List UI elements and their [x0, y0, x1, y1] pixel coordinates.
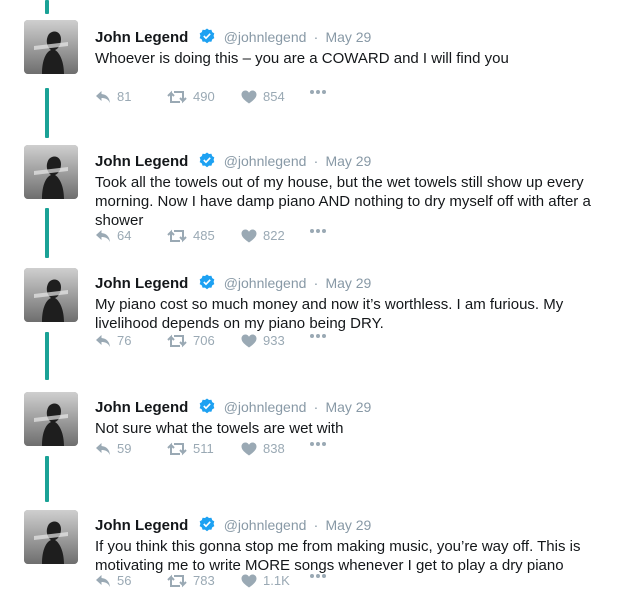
tweet-text: Took all the towels out of my house, but…	[95, 174, 591, 229]
retweet-icon	[167, 574, 187, 587]
author-name[interactable]: John Legend	[95, 399, 188, 416]
retweet-icon	[167, 442, 187, 455]
more-button[interactable]	[309, 89, 327, 95]
retweet-count: 511	[193, 441, 214, 456]
thread-line	[45, 0, 49, 14]
like-button[interactable]: 854	[241, 89, 285, 104]
separator: ·	[313, 153, 319, 169]
avatar[interactable]	[24, 20, 78, 74]
reply-icon	[96, 90, 110, 103]
like-icon	[241, 442, 257, 455]
author-handle[interactable]: @johnlegend	[224, 399, 307, 415]
tweet-text: Not sure what the towels are wet with	[95, 420, 344, 437]
like-count: 838	[263, 441, 285, 456]
like-button[interactable]: 838	[241, 441, 285, 456]
more-icon	[310, 229, 326, 233]
reply-button[interactable]: 64	[95, 228, 131, 243]
author-handle[interactable]: @johnlegend	[224, 275, 307, 291]
more-button[interactable]	[309, 441, 327, 447]
tweet-date[interactable]: May 29	[325, 275, 371, 291]
retweet-button[interactable]: 783	[167, 573, 215, 588]
like-count: 822	[263, 228, 285, 243]
tweet-date[interactable]: May 29	[325, 517, 371, 533]
reply-count: 56	[117, 573, 132, 588]
verified-icon	[199, 152, 215, 168]
more-icon	[310, 334, 326, 338]
author-handle[interactable]: @johnlegend	[224, 29, 307, 45]
retweet-button[interactable]: 485	[167, 228, 215, 243]
like-icon	[241, 334, 257, 347]
reply-icon	[96, 574, 110, 587]
like-button[interactable]: 822	[241, 228, 285, 243]
reply-icon	[96, 334, 110, 347]
author-name[interactable]: John Legend	[95, 517, 188, 534]
retweet-icon	[167, 229, 187, 242]
reply-button[interactable]: 56	[95, 573, 131, 588]
reply-count: 64	[117, 228, 132, 243]
avatar[interactable]	[24, 510, 78, 564]
retweet-button[interactable]: 706	[167, 333, 215, 348]
like-icon	[241, 90, 257, 103]
author-handle[interactable]: @johnlegend	[224, 517, 307, 533]
reply-count: 59	[117, 441, 132, 456]
avatar[interactable]	[24, 145, 78, 199]
more-icon	[310, 442, 326, 446]
author-name[interactable]: John Legend	[95, 275, 188, 292]
verified-icon	[199, 398, 215, 414]
tweet-date[interactable]: May 29	[325, 29, 371, 45]
reply-count: 81	[117, 89, 132, 104]
more-icon	[310, 574, 326, 578]
thread-line	[45, 88, 49, 138]
separator: ·	[313, 29, 319, 45]
more-icon	[310, 90, 326, 94]
reply-count: 76	[117, 333, 132, 348]
more-button[interactable]	[309, 573, 327, 579]
separator: ·	[313, 517, 319, 533]
thread-line	[45, 456, 49, 502]
reply-icon	[96, 229, 110, 242]
thread-line	[45, 208, 49, 258]
reply-button[interactable]: 81	[95, 89, 131, 104]
more-button[interactable]	[309, 333, 327, 339]
retweet-icon	[167, 90, 187, 103]
avatar[interactable]	[24, 392, 78, 446]
like-count: 854	[263, 89, 285, 104]
author-handle[interactable]: @johnlegend	[224, 153, 307, 169]
retweet-count: 490	[193, 89, 215, 104]
tweet-text: Whoever is doing this – you are a COWARD…	[95, 50, 509, 67]
verified-icon	[199, 274, 215, 290]
like-count: 1.1K	[263, 573, 290, 588]
tweet-date[interactable]: May 29	[325, 399, 371, 415]
avatar[interactable]	[24, 268, 78, 322]
retweet-button[interactable]: 511	[167, 441, 214, 456]
tweet-date[interactable]: May 29	[325, 153, 371, 169]
reply-button[interactable]: 76	[95, 333, 131, 348]
author-name[interactable]: John Legend	[95, 153, 188, 170]
reply-icon	[96, 442, 110, 455]
retweet-count: 706	[193, 333, 215, 348]
retweet-count: 783	[193, 573, 215, 588]
like-icon	[241, 574, 257, 587]
retweet-icon	[167, 334, 187, 347]
like-button[interactable]: 1.1K	[241, 573, 290, 588]
verified-icon	[199, 28, 215, 44]
author-name[interactable]: John Legend	[95, 29, 188, 46]
more-button[interactable]	[309, 228, 327, 234]
separator: ·	[313, 399, 319, 415]
retweet-button[interactable]: 490	[167, 89, 215, 104]
tweet-text: If you think this gonna stop me from mak…	[95, 538, 581, 574]
thread-line	[45, 332, 49, 380]
like-button[interactable]: 933	[241, 333, 285, 348]
verified-icon	[199, 516, 215, 532]
like-count: 933	[263, 333, 285, 348]
like-icon	[241, 229, 257, 242]
separator: ·	[313, 275, 319, 291]
reply-button[interactable]: 59	[95, 441, 131, 456]
tweet-text: My piano cost so much money and now it’s…	[95, 296, 564, 332]
retweet-count: 485	[193, 228, 215, 243]
